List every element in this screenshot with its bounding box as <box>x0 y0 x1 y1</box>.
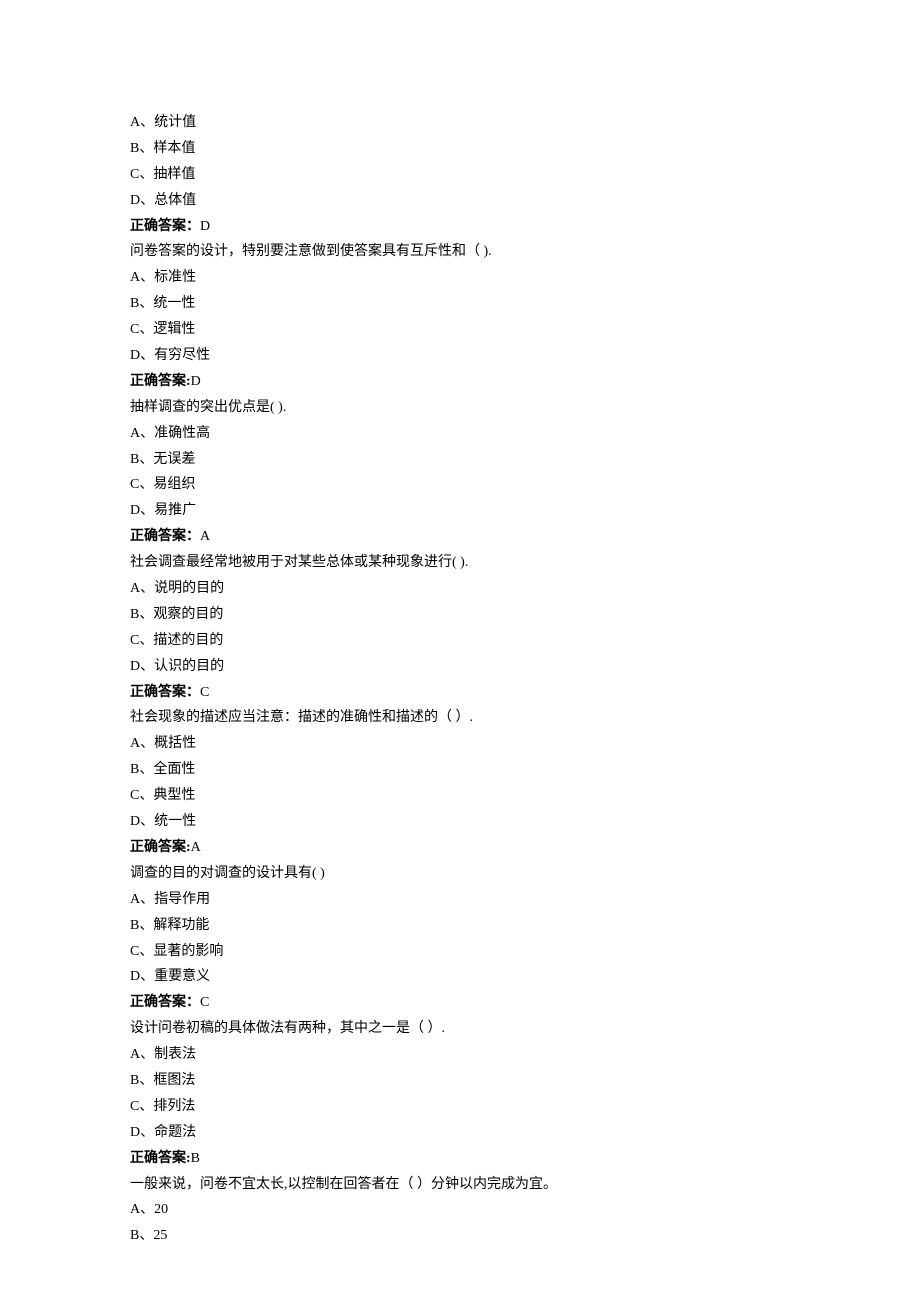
option: B、样本值 <box>130 136 790 162</box>
option: C、显著的影响 <box>130 939 790 965</box>
option: C、描述的目的 <box>130 628 790 654</box>
question-block-2: 问卷答案的设计，特别要注意做到使答案具有互斥性和（ ). A、标准性 B、统一性… <box>130 239 790 394</box>
option: A、准确性高 <box>130 421 790 447</box>
option: A、标准性 <box>130 265 790 291</box>
option: B、统一性 <box>130 291 790 317</box>
option: A、统计值 <box>130 110 790 136</box>
option: B、观察的目的 <box>130 602 790 628</box>
option: B、全面性 <box>130 757 790 783</box>
option: A、20 <box>130 1197 790 1223</box>
option: C、逻辑性 <box>130 317 790 343</box>
question-text: 问卷答案的设计，特别要注意做到使答案具有互斥性和（ ). <box>130 239 790 265</box>
answer-value: A <box>200 529 210 544</box>
answer-label: 正确答案: <box>130 1151 191 1166</box>
question-block-6: 调查的目的对调查的设计具有( ) A、指导作用 B、解释功能 C、显著的影响 D… <box>130 861 790 1016</box>
question-block-5: 社会现象的描述应当注意：描述的准确性和描述的（ ）. A、概括性 B、全面性 C… <box>130 705 790 860</box>
answer-value: C <box>200 685 209 700</box>
option: B、解释功能 <box>130 913 790 939</box>
answer-label: 正确答案： <box>130 219 200 234</box>
option: A、说明的目的 <box>130 576 790 602</box>
option: D、总体值 <box>130 188 790 214</box>
option: D、认识的目的 <box>130 654 790 680</box>
question-text: 社会现象的描述应当注意：描述的准确性和描述的（ ）. <box>130 705 790 731</box>
answer-label: 正确答案： <box>130 685 200 700</box>
answer-line: 正确答案：C <box>130 990 790 1016</box>
question-block-4: 社会调查最经常地被用于对某些总体或某种现象进行( ). A、说明的目的 B、观察… <box>130 550 790 705</box>
question-text: 一般来说，问卷不宜太长,以控制在回答者在（ ）分钟以内完成为宜。 <box>130 1172 790 1198</box>
option: D、易推广 <box>130 498 790 524</box>
option: A、制表法 <box>130 1042 790 1068</box>
option: D、统一性 <box>130 809 790 835</box>
option: C、典型性 <box>130 783 790 809</box>
question-text: 调查的目的对调查的设计具有( ) <box>130 861 790 887</box>
question-block-1: A、统计值 B、样本值 C、抽样值 D、总体值 正确答案：D <box>130 110 790 239</box>
question-block-7: 设计问卷初稿的具体做法有两种，其中之一是（ ）. A、制表法 B、框图法 C、排… <box>130 1016 790 1171</box>
option: C、易组织 <box>130 472 790 498</box>
question-text: 社会调查最经常地被用于对某些总体或某种现象进行( ). <box>130 550 790 576</box>
answer-label: 正确答案: <box>130 374 191 389</box>
answer-label: 正确答案： <box>130 995 200 1010</box>
question-text: 抽样调查的突出优点是( ). <box>130 395 790 421</box>
option: C、抽样值 <box>130 162 790 188</box>
answer-line: 正确答案:A <box>130 835 790 861</box>
question-block-8: 一般来说，问卷不宜太长,以控制在回答者在（ ）分钟以内完成为宜。 A、20 B、… <box>130 1172 790 1250</box>
answer-line: 正确答案：A <box>130 524 790 550</box>
option: C、排列法 <box>130 1094 790 1120</box>
option: B、框图法 <box>130 1068 790 1094</box>
document-content: A、统计值 B、样本值 C、抽样值 D、总体值 正确答案：D 问卷答案的设计，特… <box>130 110 790 1249</box>
answer-line: 正确答案：C <box>130 680 790 706</box>
answer-line: 正确答案：D <box>130 214 790 240</box>
question-text: 设计问卷初稿的具体做法有两种，其中之一是（ ）. <box>130 1016 790 1042</box>
option: D、重要意义 <box>130 964 790 990</box>
option: A、概括性 <box>130 731 790 757</box>
option: D、有穷尽性 <box>130 343 790 369</box>
option: B、无误差 <box>130 447 790 473</box>
option: D、命题法 <box>130 1120 790 1146</box>
option: A、指导作用 <box>130 887 790 913</box>
option: B、25 <box>130 1223 790 1249</box>
answer-value: A <box>191 840 201 855</box>
answer-value: D <box>200 219 210 234</box>
answer-value: D <box>191 374 201 389</box>
answer-line: 正确答案:D <box>130 369 790 395</box>
answer-label: 正确答案: <box>130 840 191 855</box>
answer-label: 正确答案： <box>130 529 200 544</box>
answer-value: C <box>200 995 209 1010</box>
question-block-3: 抽样调查的突出优点是( ). A、准确性高 B、无误差 C、易组织 D、易推广 … <box>130 395 790 550</box>
answer-value: B <box>191 1151 200 1166</box>
answer-line: 正确答案:B <box>130 1146 790 1172</box>
